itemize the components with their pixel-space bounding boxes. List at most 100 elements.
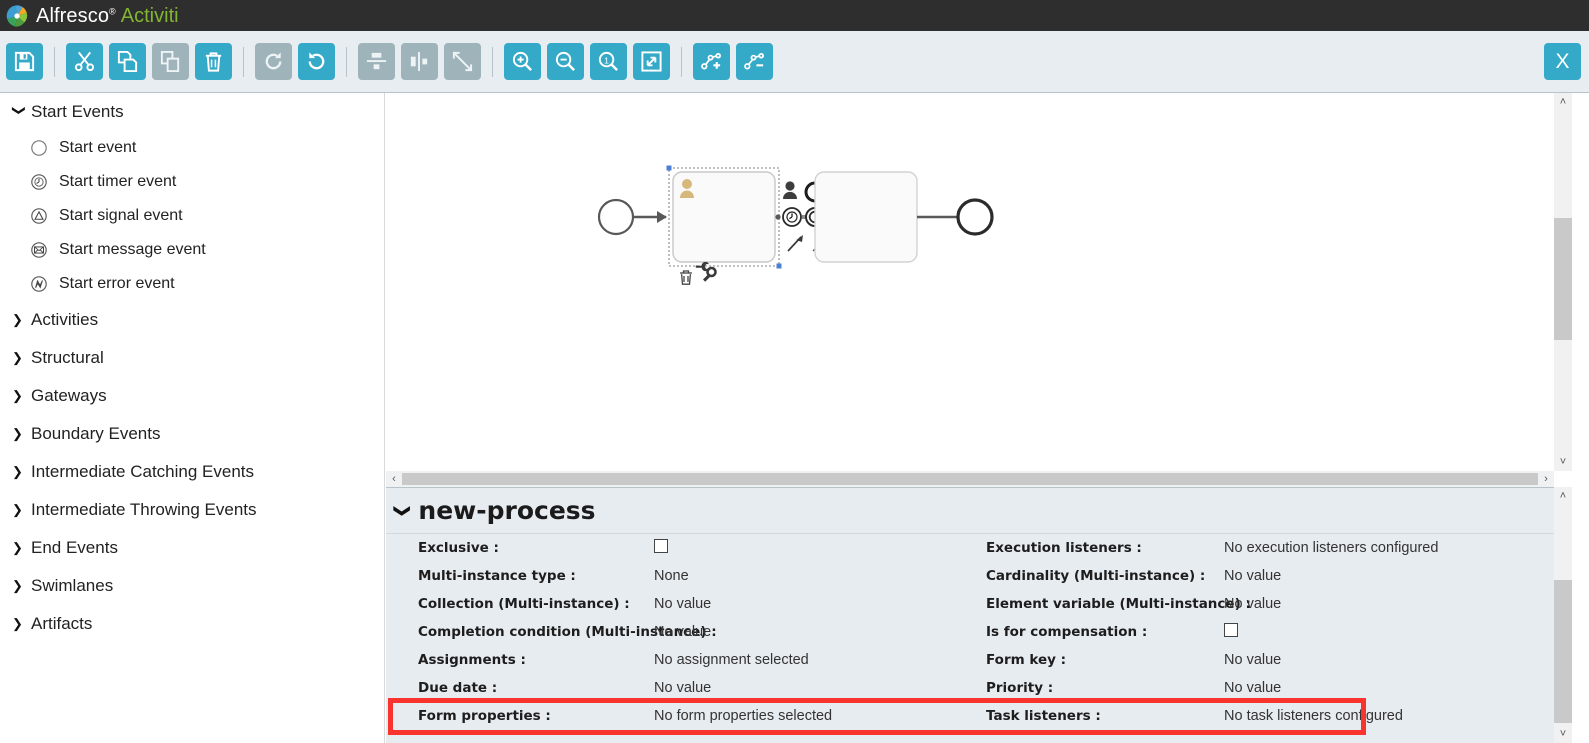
palette-item-label: Start signal event: [59, 207, 183, 224]
align-horizontal-icon: [410, 51, 428, 72]
process-diagram-canvas[interactable]: [386, 93, 1572, 471]
palette-item-start-event[interactable]: Start event: [0, 131, 384, 165]
palette-group-label: Activities: [31, 310, 99, 329]
chevron-down-icon: ❯: [393, 503, 411, 518]
scroll-up-arrow-icon[interactable]: ˄: [1554, 487, 1572, 505]
resize-anchor[interactable]: [775, 214, 781, 220]
same-size-button[interactable]: [444, 43, 481, 80]
close-editor-button[interactable]: X: [1544, 43, 1581, 80]
property-value[interactable]: No form properties selected: [654, 708, 954, 724]
property-value[interactable]: None: [654, 568, 954, 584]
shape-user-task-second[interactable]: [814, 171, 918, 263]
scroll-down-arrow-icon[interactable]: ˅: [1554, 453, 1572, 471]
property-value[interactable]: No value: [1224, 652, 1524, 668]
zoom-out-button[interactable]: [547, 43, 584, 80]
property-value[interactable]: No value: [654, 680, 954, 696]
palette-group-boundary-events[interactable]: ❯ Boundary Events: [0, 415, 384, 453]
property-value[interactable]: No task listeners configured: [1224, 708, 1524, 724]
palette-group-intermediate-catching-events[interactable]: ❯ Intermediate Catching Events: [0, 453, 384, 491]
property-label: Completion condition (Multi-instance) :: [418, 624, 717, 640]
property-value[interactable]: No value: [1224, 680, 1524, 696]
canvas-hscroll-thumb[interactable]: [402, 473, 1538, 485]
property-value[interactable]: No assignment selected: [654, 652, 954, 668]
paste-button[interactable]: [152, 43, 189, 80]
palette-item-start-error-event[interactable]: Start error event: [0, 267, 384, 301]
morph-user-task-icon[interactable]: [783, 181, 797, 199]
morph-timer-icon[interactable]: [782, 207, 802, 227]
registered-mark: ®: [109, 5, 116, 16]
shape-user-task-selected[interactable]: [666, 165, 782, 269]
property-label: Cardinality (Multi-instance) :: [986, 568, 1206, 584]
canvas-vertical-scrollbar[interactable]: ˄ ˅: [1554, 93, 1572, 471]
zoom-actual-button[interactable]: 1: [590, 43, 627, 80]
zoom-fit-button[interactable]: [633, 43, 670, 80]
palette-group-label: Intermediate Throwing Events: [31, 500, 257, 519]
properties-panel-header[interactable]: ❯ new-process: [386, 488, 1572, 534]
undo-arrow-icon: [308, 52, 325, 70]
palette-group-intermediate-throwing-events[interactable]: ❯ Intermediate Throwing Events: [0, 491, 384, 529]
property-value[interactable]: No value: [1224, 596, 1524, 612]
align-horizontal-button[interactable]: [401, 43, 438, 80]
undo-button[interactable]: [298, 43, 335, 80]
is-for-compensation-checkbox[interactable]: [1224, 623, 1238, 637]
delete-button[interactable]: [195, 43, 232, 80]
property-cell-assignments: Assignments : No assignment selected: [386, 646, 954, 674]
palette-group-label: Boundary Events: [31, 424, 161, 443]
scroll-right-arrow-icon[interactable]: ›: [1538, 471, 1554, 487]
shape-start-event[interactable]: [597, 198, 635, 236]
brand-logo[interactable]: Alfresco® Activiti: [0, 3, 179, 29]
exclusive-checkbox[interactable]: [654, 539, 668, 553]
save-button[interactable]: [6, 43, 43, 80]
chevron-right-icon: ❯: [12, 578, 23, 593]
scroll-up-arrow-icon[interactable]: ˄: [1554, 93, 1572, 111]
property-value[interactable]: No value: [654, 624, 954, 640]
property-row: Form properties : No form properties sel…: [386, 702, 1572, 730]
brand-name-secondary: Activiti: [120, 4, 179, 27]
palette-group-label: Swimlanes: [31, 576, 114, 595]
redo-arrow-icon: [265, 52, 282, 70]
property-value[interactable]: No value: [1224, 568, 1524, 584]
palette-group-swimlanes[interactable]: ❯ Swimlanes: [0, 567, 384, 605]
property-cell-exclusive: Exclusive :: [386, 534, 954, 562]
shape-end-event[interactable]: [956, 198, 994, 236]
palette-group-end-events[interactable]: ❯ End Events: [0, 529, 384, 567]
palette-item-label: Start event: [59, 139, 137, 156]
properties-vscroll-thumb[interactable]: [1554, 580, 1572, 723]
property-cell-task-listeners: Task listeners : No task listeners confi…: [954, 702, 1524, 730]
palette-item-start-message-event[interactable]: Start message event: [0, 233, 384, 267]
scroll-down-arrow-icon[interactable]: ˅: [1554, 725, 1572, 743]
delete-shape-icon[interactable]: [680, 270, 692, 285]
node-plus-icon: [701, 52, 721, 70]
property-label: Element variable (Multi-instance) :: [986, 596, 1251, 612]
process-name-title: new-process: [418, 496, 596, 525]
remove-bendpoint-button[interactable]: [736, 43, 773, 80]
sequence-flow-1[interactable]: [633, 211, 667, 223]
canvas-vscroll-thumb[interactable]: [1554, 218, 1572, 340]
chevron-right-icon: ❯: [12, 388, 23, 403]
palette-group-artifacts[interactable]: ❯ Artifacts: [0, 605, 384, 643]
palette-item-start-timer-event[interactable]: Start timer event: [0, 165, 384, 199]
properties-panel: ❯ new-process Exclusive : Execution list…: [386, 487, 1572, 743]
palette-group-activities[interactable]: ❯ Activities: [0, 301, 384, 339]
property-cell-form-key: Form key : No value: [954, 646, 1524, 674]
copy-button[interactable]: [109, 43, 146, 80]
chevron-right-icon: ❯: [12, 616, 23, 631]
scroll-left-arrow-icon[interactable]: ‹: [386, 471, 402, 487]
cut-button[interactable]: [66, 43, 103, 80]
palette-group-structural[interactable]: ❯ Structural: [0, 339, 384, 377]
property-value[interactable]: No execution listeners configured: [1224, 540, 1524, 556]
sequence-flow-arrow-icon[interactable]: [787, 235, 803, 252]
property-value[interactable]: No value: [654, 596, 954, 612]
add-bendpoint-button[interactable]: [693, 43, 730, 80]
align-vertical-button[interactable]: [358, 43, 395, 80]
properties-vertical-scrollbar[interactable]: ˄ ˅: [1554, 487, 1572, 743]
canvas-horizontal-scrollbar[interactable]: ‹ ›: [386, 471, 1554, 487]
palette-group-start-events[interactable]: ❯ Start Events: [0, 93, 384, 131]
palette-item-start-signal-event[interactable]: Start signal event: [0, 199, 384, 233]
redo-button[interactable]: [255, 43, 292, 80]
zoom-in-button[interactable]: [504, 43, 541, 80]
property-label: Priority :: [986, 680, 1054, 696]
palette-group-gateways[interactable]: ❯ Gateways: [0, 377, 384, 415]
property-value: [654, 539, 954, 557]
editor-toolbar: 1 X: [0, 31, 1589, 93]
